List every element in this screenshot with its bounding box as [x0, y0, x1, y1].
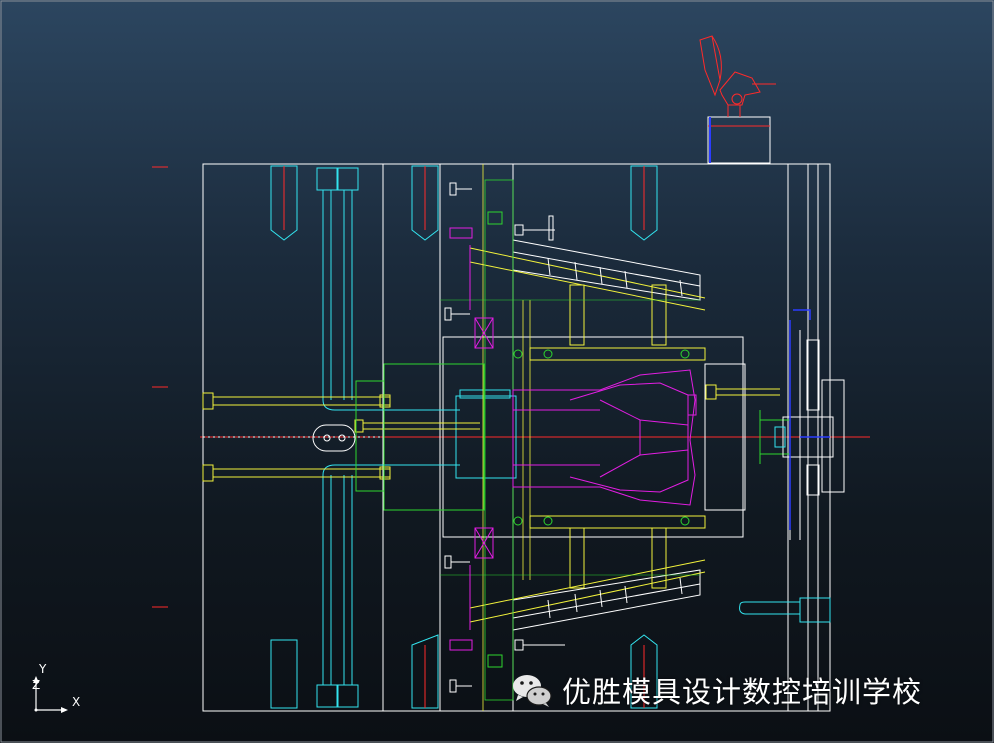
angled-slider-bottom-yellow: [469, 515, 706, 623]
green-plates: [355, 179, 790, 701]
watermark: 优胜模具设计数控培训学校: [510, 668, 922, 712]
nozzle-blue: [789, 309, 830, 530]
axis-y-label: Y: [39, 662, 47, 676]
coordinate-triad: Y Z X: [26, 660, 86, 720]
lifting-hook: [699, 35, 776, 117]
cad-viewport[interactable]: Y Z X 优胜模具设计数控培训学校: [0, 0, 994, 743]
axis-x-label: X: [72, 695, 81, 709]
ejector-slot: [312, 424, 356, 452]
nozzle-cyan: [739, 426, 831, 623]
wechat-icon: [513, 675, 552, 707]
angled-slider-top-yellow: [469, 247, 706, 361]
nozzle-assembly: [782, 330, 845, 540]
mold-assembly-drawing: [0, 0, 994, 743]
axis-z-label: Z: [32, 678, 41, 692]
viewport-frame: [0, 0, 994, 743]
watermark-text: 优胜模具设计数控培训学校: [562, 675, 923, 709]
slider-screws: [547, 257, 683, 619]
top-clamp-block: [707, 116, 771, 164]
datum-marks: [152, 166, 168, 608]
